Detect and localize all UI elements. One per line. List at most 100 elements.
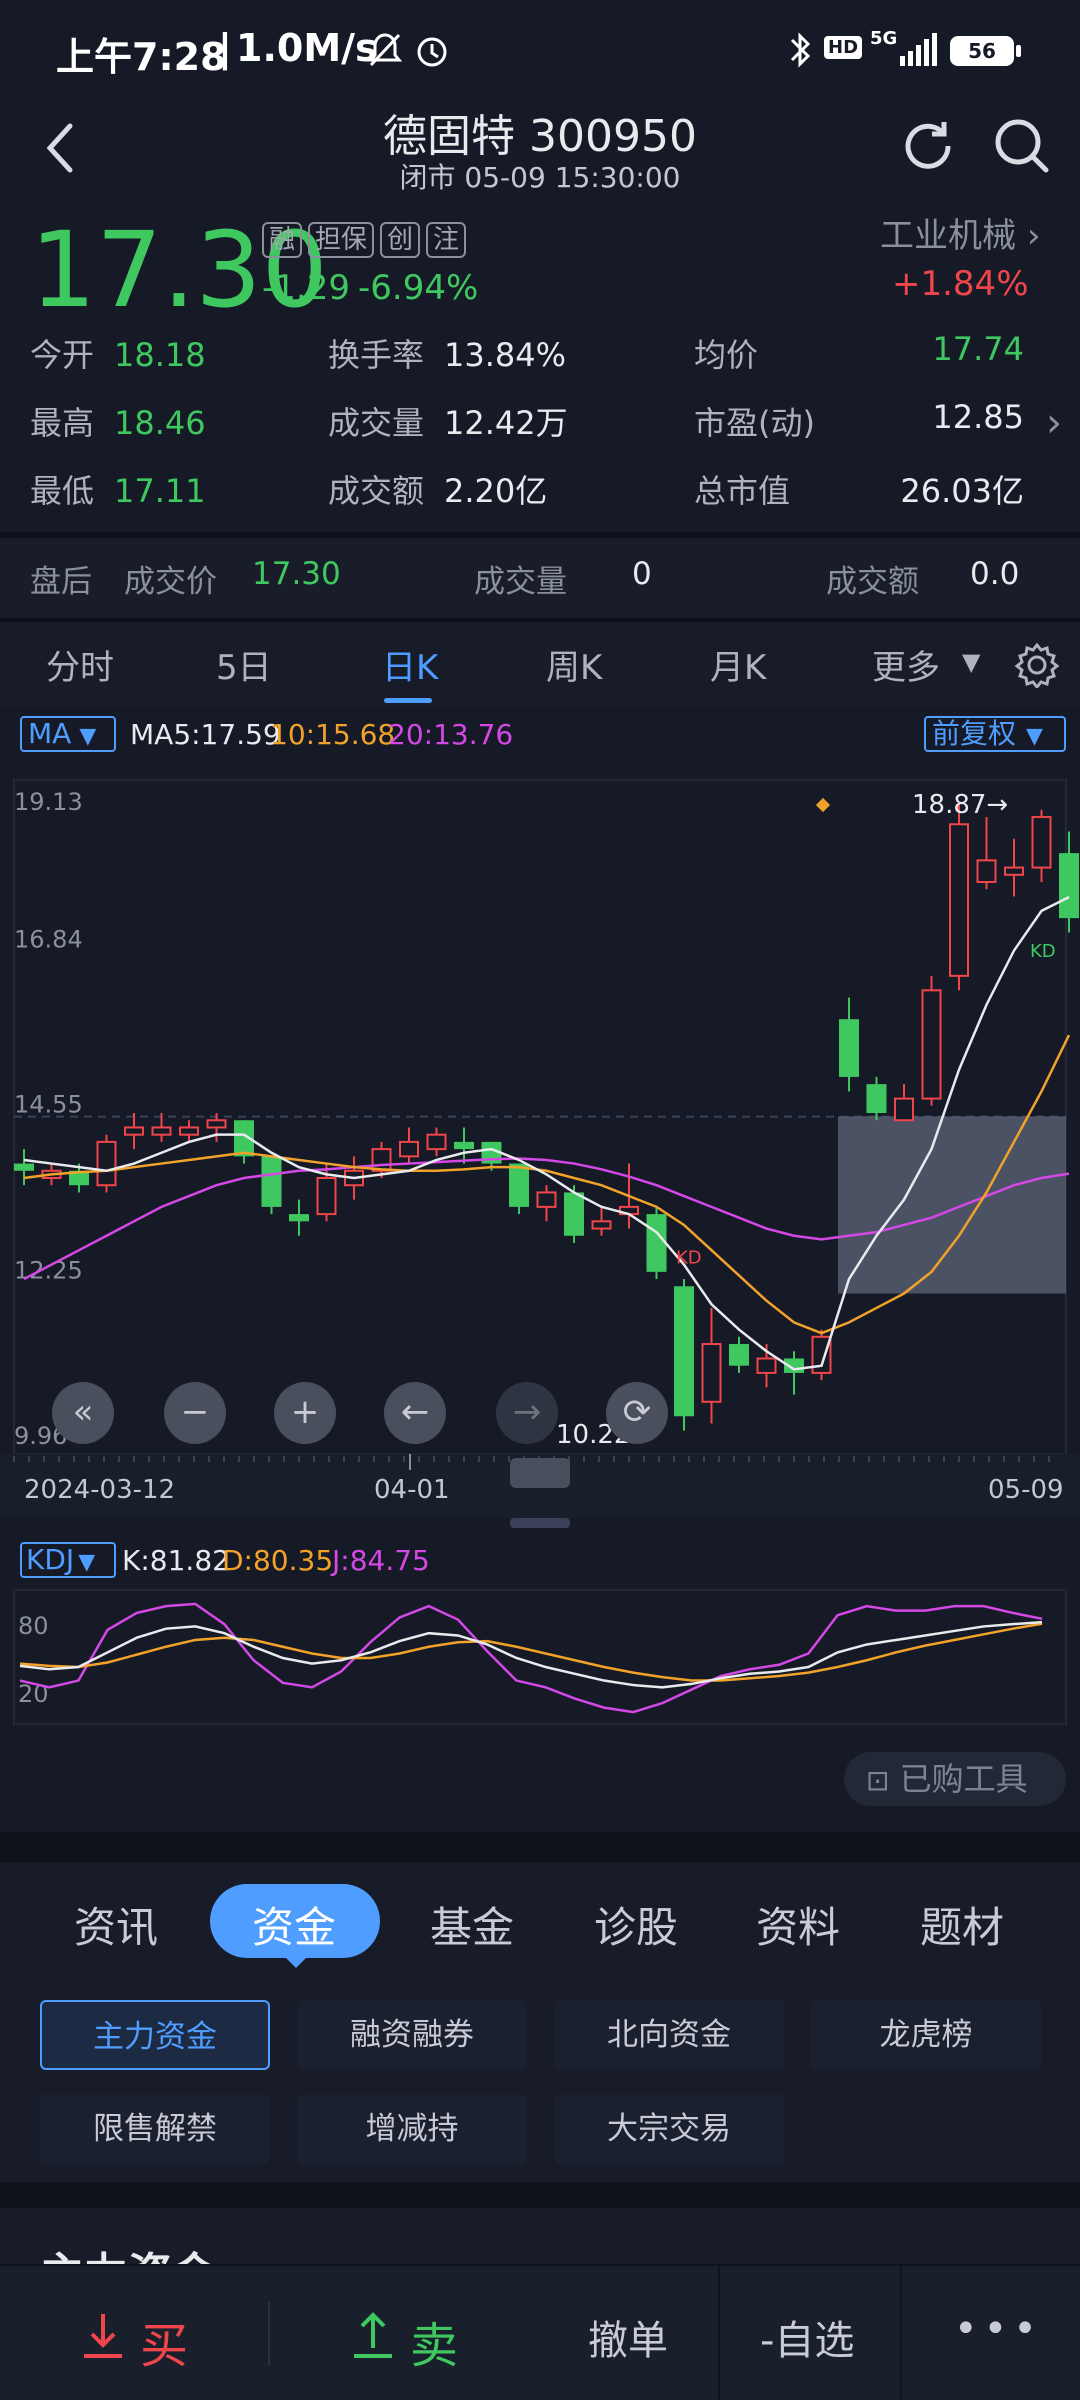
industry-link[interactable]: 工业机械 › bbox=[880, 208, 1040, 257]
stat-avg-label: 均价 bbox=[694, 336, 759, 374]
purchased-tools-button[interactable]: ⊡ 已购工具 bbox=[844, 1752, 1066, 1806]
kd-signal-marker: KD bbox=[1030, 941, 1056, 962]
tag-registered: 注 bbox=[426, 222, 467, 258]
active-pill-pointer bbox=[282, 1954, 310, 1968]
splitter-handle bbox=[510, 1518, 570, 1528]
subtab-holding-change[interactable]: 增减持 bbox=[297, 2094, 527, 2164]
tag-chinext: 创 bbox=[380, 222, 421, 258]
candle-body bbox=[96, 1140, 117, 1187]
tab-intraday[interactable]: 分时 bbox=[46, 640, 114, 689]
network-speed: 1.0M/s bbox=[236, 26, 378, 70]
more-icon: ••• bbox=[954, 2306, 1043, 2352]
subtab-dragon-tiger[interactable]: 龙虎榜 bbox=[811, 2000, 1041, 2070]
candle-body bbox=[371, 1148, 392, 1172]
subtab-block-trade[interactable]: 大宗交易 bbox=[554, 2094, 784, 2164]
adjust-selector[interactable]: 前复权 ▼ bbox=[924, 716, 1066, 752]
arrow-up-icon bbox=[354, 2312, 392, 2358]
highlight-box bbox=[838, 1116, 1066, 1294]
subtab-margin-trading[interactable]: 融资融券 bbox=[297, 2000, 527, 2070]
rotate-screen-button[interactable]: ⟳ bbox=[606, 1382, 668, 1444]
stat-open: 今开 18.18 bbox=[30, 336, 206, 374]
battery-icon: 56 bbox=[950, 36, 1014, 66]
refresh-icon[interactable] bbox=[898, 116, 958, 176]
status-time: 上午7:28 bbox=[56, 35, 227, 79]
tab-theme[interactable]: 题材 bbox=[920, 1894, 1004, 1955]
section-panel: 资讯 资金 基金 诊股 资料 题材 主力资金 融资融券 北向资金 龙虎榜 限售解… bbox=[0, 1862, 1080, 2182]
chevron-right-icon: › bbox=[1026, 216, 1041, 256]
subtab-northbound[interactable]: 北向资金 bbox=[554, 2000, 784, 2070]
candle-body bbox=[536, 1191, 557, 1208]
candle-body bbox=[756, 1357, 777, 1374]
kd-signal-marker: KD bbox=[676, 1247, 702, 1268]
watchlist-button[interactable]: -自选 bbox=[720, 2266, 900, 2400]
price-change-pct: -6.94% bbox=[358, 268, 479, 308]
kdj-bar: KDJ ▼ K:81.82 D:80.35 J:84.75 bbox=[0, 1538, 1080, 1588]
candle-body bbox=[261, 1156, 282, 1207]
candle-body bbox=[949, 823, 969, 977]
stat-pe-value: 12.85 bbox=[932, 398, 1024, 436]
candle-body bbox=[316, 1177, 337, 1216]
tab-weekly-k[interactable]: 周K bbox=[546, 640, 602, 689]
scroll-left-button[interactable]: ← bbox=[384, 1382, 446, 1444]
bag-icon: ⊡ bbox=[866, 1764, 890, 1797]
kdj-chart[interactable]: 8020 bbox=[0, 1588, 1080, 1728]
tab-funds-flow[interactable]: 资金 bbox=[252, 1894, 336, 1955]
kdj-d-value: D:80.35 bbox=[222, 1544, 334, 1577]
sell-button[interactable]: 卖 bbox=[270, 2266, 538, 2400]
tab-more[interactable]: 更多 bbox=[872, 640, 940, 689]
tab-diagnosis[interactable]: 诊股 bbox=[594, 1894, 678, 1955]
kdj-selector[interactable]: KDJ ▼ bbox=[20, 1542, 116, 1578]
marker-diamond bbox=[815, 797, 831, 813]
cancel-order-button[interactable]: 撤单 bbox=[538, 2266, 718, 2400]
search-icon[interactable] bbox=[992, 116, 1052, 176]
industry-name: 工业机械 bbox=[880, 216, 1016, 256]
subtab-main-funds[interactable]: 主力资金 bbox=[40, 2000, 270, 2070]
signal-icon bbox=[900, 33, 937, 66]
chart-controls: « − + ← → ⟳ bbox=[0, 1382, 1080, 1452]
caret-down-icon: ▼ bbox=[962, 648, 981, 676]
y-tick-label: 16.84 bbox=[14, 925, 83, 953]
status-bar: 上午7:28 | 1.0M/s HD 5G 56 bbox=[0, 0, 1080, 100]
stat-turnover: 换手率 13.84% bbox=[328, 336, 567, 374]
zoom-in-button[interactable]: + bbox=[274, 1382, 336, 1444]
candle-body bbox=[426, 1133, 447, 1151]
status-separator: | bbox=[218, 26, 232, 70]
stat-amount: 成交额 2.20亿 bbox=[328, 472, 548, 510]
candle-body bbox=[151, 1126, 172, 1136]
candle-body bbox=[454, 1141, 474, 1150]
rewind-button[interactable]: « bbox=[52, 1382, 114, 1444]
y-tick-label: 12.25 bbox=[14, 1257, 83, 1285]
x-tick-label: 2024-03-12 bbox=[24, 1475, 175, 1505]
divider bbox=[0, 1832, 1080, 1862]
chart-tabs: 分时 5日 日K 周K 月K 更多 ▼ bbox=[0, 622, 1080, 708]
ma10-value: 10:15.68 bbox=[270, 718, 396, 751]
tab-daily-k[interactable]: 日K bbox=[382, 640, 438, 689]
kdj-j-line bbox=[19, 1602, 1043, 1714]
tab-monthly-k[interactable]: 月K bbox=[710, 640, 766, 689]
candle-body bbox=[866, 1084, 887, 1114]
tab-5day[interactable]: 5日 bbox=[216, 640, 272, 689]
subtab-lockup-release[interactable]: 限售解禁 bbox=[40, 2094, 270, 2164]
stats-expand-icon[interactable]: › bbox=[1046, 400, 1062, 446]
buy-button[interactable]: 买 bbox=[0, 2266, 268, 2400]
candle-body bbox=[289, 1214, 309, 1222]
candle-body bbox=[206, 1119, 227, 1129]
ma20-value: 20:13.76 bbox=[388, 718, 514, 751]
stat-pe-label: 市盈(动) bbox=[694, 404, 815, 442]
tab-news[interactable]: 资讯 bbox=[74, 1894, 158, 1955]
section-heading: 主力资金 bbox=[40, 2238, 216, 2264]
more-button[interactable]: ••• bbox=[902, 2266, 1080, 2400]
candle-body bbox=[921, 989, 942, 1100]
tab-profile[interactable]: 资料 bbox=[756, 1894, 840, 1955]
active-tab-indicator bbox=[384, 698, 432, 703]
bell-off-icon bbox=[367, 33, 403, 67]
stat-mktcap-value: 26.03亿 bbox=[900, 472, 1024, 510]
tag-collateral: 担保 bbox=[308, 222, 375, 258]
zoom-out-button[interactable]: − bbox=[164, 1382, 226, 1444]
scroll-right-button[interactable]: → bbox=[496, 1382, 558, 1444]
ma-selector[interactable]: MA ▼ bbox=[20, 716, 116, 752]
candle-body bbox=[14, 1163, 34, 1171]
candle-body bbox=[1004, 866, 1024, 876]
gear-icon[interactable] bbox=[1014, 642, 1060, 688]
tab-fund[interactable]: 基金 bbox=[430, 1894, 514, 1955]
